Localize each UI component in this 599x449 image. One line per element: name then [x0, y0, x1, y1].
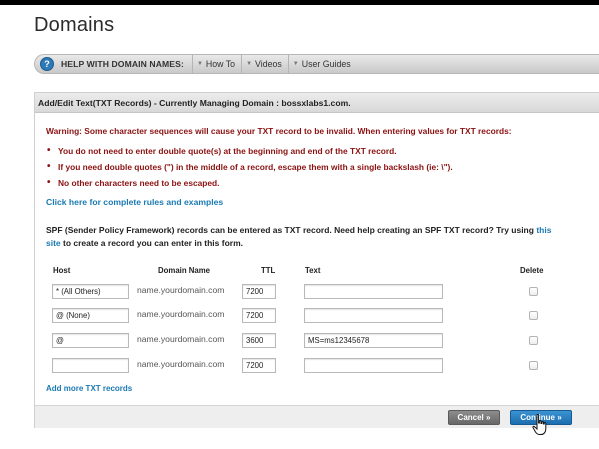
txt-records-panel: Add/Edit Text(TXT Records) - Currently M…	[34, 92, 599, 428]
help-link-label: User Guides	[301, 59, 351, 69]
add-more-txt-records-link[interactable]: Add more TXT records	[46, 384, 132, 393]
warning-bullet: No other characters need to be escaped.	[46, 175, 586, 191]
text-value-input[interactable]	[304, 358, 443, 373]
cancel-button[interactable]: Cancel »	[448, 410, 500, 425]
spf-this-link[interactable]: this	[536, 225, 551, 235]
window-top-strip	[0, 0, 599, 5]
text-value-input[interactable]	[304, 284, 443, 299]
ttl-input[interactable]	[242, 333, 276, 348]
warning-list: You do not need to enter double quote(s)…	[46, 143, 586, 191]
warning-text: Warning: Some character sequences will c…	[46, 126, 512, 136]
help-question-icon: ?	[40, 57, 54, 71]
rules-examples-link[interactable]: Click here for complete rules and exampl…	[46, 197, 223, 207]
host-input[interactable]	[52, 308, 129, 323]
page-title: Domains	[34, 14, 115, 36]
column-header-delete: Delete	[520, 266, 544, 275]
help-link-label: Videos	[255, 59, 282, 69]
spf-site-link[interactable]: site	[46, 238, 61, 248]
column-header-ttl: TTL	[261, 266, 276, 275]
spf-text-part: to create a record you can enter in this…	[60, 238, 243, 248]
help-link-videos[interactable]: ▼ Videos	[241, 54, 288, 74]
txt-record-row: name.yourdomain.com	[35, 284, 599, 300]
hand-pointer-cursor-icon	[532, 414, 547, 435]
domain-name-text: name.yourdomain.com	[137, 334, 225, 344]
column-header-text: Text	[305, 266, 321, 275]
delete-checkbox[interactable]	[529, 311, 538, 320]
txt-record-row: name.yourdomain.com	[35, 308, 599, 324]
ttl-input[interactable]	[242, 284, 276, 299]
warning-bullet: You do not need to enter double quote(s)…	[46, 143, 586, 159]
column-header-host: Host	[53, 266, 71, 275]
host-input[interactable]	[52, 358, 129, 373]
delete-checkbox[interactable]	[529, 336, 538, 345]
text-value-input[interactable]	[304, 308, 443, 323]
host-input[interactable]	[52, 333, 129, 348]
dropdown-caret-icon: ▼	[292, 61, 299, 67]
help-link-label: How To	[205, 59, 236, 69]
text-value-input[interactable]	[304, 333, 443, 348]
delete-checkbox[interactable]	[529, 361, 538, 370]
panel-header: Add/Edit Text(TXT Records) - Currently M…	[35, 93, 599, 113]
ttl-input[interactable]	[242, 308, 276, 323]
delete-checkbox[interactable]	[529, 287, 538, 296]
domain-name-text: name.yourdomain.com	[137, 309, 225, 319]
txt-record-row: name.yourdomain.com	[35, 358, 599, 374]
txt-record-row: name.yourdomain.com	[35, 333, 599, 349]
spf-help-text: SPF (Sender Policy Framework) records ca…	[46, 224, 581, 250]
help-bar-label: HELP WITH DOMAIN NAMES:	[61, 59, 184, 69]
panel-footer: Cancel » Continue »	[35, 405, 599, 428]
warning-bullet: If you need double quotes (") in the mid…	[46, 159, 586, 175]
domain-name-text: name.yourdomain.com	[137, 285, 225, 295]
spf-text-part: SPF (Sender Policy Framework) records ca…	[46, 225, 537, 235]
help-link-how-to[interactable]: ▼ How To	[191, 54, 241, 74]
help-bar: ? HELP WITH DOMAIN NAMES: ▼ How To ▼ Vid…	[34, 54, 599, 74]
host-input[interactable]	[52, 284, 129, 299]
dropdown-caret-icon: ▼	[196, 61, 203, 67]
ttl-input[interactable]	[242, 358, 276, 373]
column-header-domain-name: Domain Name	[158, 266, 210, 275]
help-link-user-guides[interactable]: ▼ User Guides	[287, 54, 357, 74]
dropdown-caret-icon: ▼	[246, 61, 253, 67]
domain-name-text: name.yourdomain.com	[137, 359, 225, 369]
